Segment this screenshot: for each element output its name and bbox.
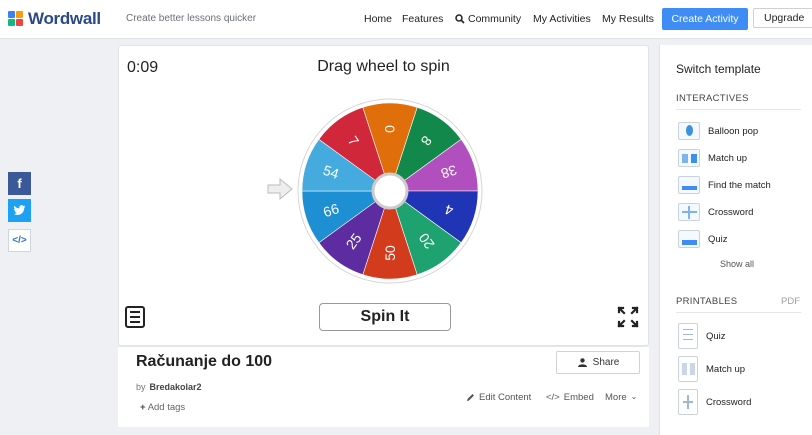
- wheel-segment-label: 0: [382, 125, 398, 133]
- search-icon: [455, 14, 465, 24]
- embed-share-button[interactable]: </>: [8, 229, 31, 252]
- spin-wheel[interactable]: 8384205025665470: [290, 91, 490, 291]
- nav-my-activities[interactable]: My Activities: [533, 13, 591, 25]
- spin-button[interactable]: Spin It: [319, 303, 451, 331]
- logo-text: Wordwall: [28, 9, 101, 28]
- edit-content-link[interactable]: Edit Content: [466, 392, 531, 403]
- nav-my-results[interactable]: My Results: [602, 13, 654, 25]
- quiz-icon: [678, 230, 700, 248]
- switch-template-heading: Switch template: [676, 62, 761, 76]
- balloon-icon: [678, 122, 700, 140]
- author-line: by Bredakolar2: [136, 382, 202, 392]
- printable-match-up-icon: [678, 356, 698, 382]
- crossword-icon: [678, 203, 700, 221]
- wheel-hub: [371, 172, 409, 210]
- nav-community[interactable]: Community: [455, 13, 521, 25]
- create-activity-button[interactable]: Create Activity: [662, 8, 748, 30]
- show-all-link[interactable]: Show all: [720, 259, 754, 269]
- template-quiz[interactable]: Quiz: [678, 230, 728, 248]
- upgrade-button[interactable]: Upgrade: [753, 8, 812, 28]
- twitter-icon: [13, 205, 26, 215]
- tagline: Create better lessons quicker: [126, 13, 257, 24]
- user-icon: [577, 358, 587, 367]
- template-label: Match up: [708, 152, 748, 164]
- template-label: Balloon pop: [708, 125, 759, 137]
- embed-link[interactable]: </> Embed: [546, 392, 594, 403]
- printable-crossword[interactable]: Crossword: [678, 389, 751, 415]
- nav-home[interactable]: Home: [364, 13, 392, 25]
- wheel-segment-label: 50: [382, 245, 398, 261]
- fullscreen-icon[interactable]: [617, 306, 639, 328]
- facebook-icon: f: [17, 176, 22, 191]
- template-sidebar: Switch template INTERACTIVES Balloon pop…: [659, 45, 812, 435]
- game-panel: 0:09 Drag wheel to spin 8 38 4 20 50 25 66 54 7 0…: [118, 45, 649, 346]
- template-label: Crossword: [708, 206, 754, 218]
- printable-match-up[interactable]: Match up: [678, 356, 745, 382]
- top-nav: Wordwall Create better lessons quicker H…: [0, 0, 812, 39]
- printable-quiz[interactable]: Quiz: [678, 323, 726, 349]
- by-label: by: [136, 382, 146, 392]
- menu-button[interactable]: [125, 306, 145, 328]
- facebook-share-button[interactable]: f: [8, 172, 31, 195]
- menu-icon: [130, 311, 140, 313]
- template-label: Quiz: [708, 233, 728, 245]
- printables-heading: PRINTABLES: [676, 296, 738, 307]
- activity-info: Računanje do 100 by Bredakolar2 + Add tag…: [118, 346, 649, 427]
- pointer-arrow-icon: [267, 178, 293, 200]
- match-up-icon: [678, 149, 700, 167]
- author-link[interactable]: Bredakolar2: [150, 382, 202, 392]
- printable-quiz-icon: [678, 323, 698, 349]
- printable-label: Crossword: [706, 396, 752, 408]
- share-label: Share: [592, 357, 620, 368]
- printable-label: Match up: [706, 363, 746, 375]
- template-match-up[interactable]: Match up: [678, 149, 747, 167]
- template-label: Find the match: [708, 179, 771, 191]
- pencil-icon: [467, 394, 474, 401]
- find-match-icon: [678, 176, 700, 194]
- pdf-label: PDF: [781, 296, 800, 307]
- template-balloon-pop[interactable]: Balloon pop: [678, 122, 758, 140]
- twitter-share-button[interactable]: [8, 199, 31, 222]
- plus-icon: +: [140, 402, 146, 413]
- nav-features[interactable]: Features: [402, 13, 443, 25]
- embed-label: Embed: [563, 392, 594, 403]
- printable-label: Quiz: [706, 330, 726, 342]
- more-label: More: [605, 392, 627, 403]
- add-tags-label: Add tags: [147, 402, 186, 413]
- nav-community-label: Community: [468, 13, 522, 25]
- logo-icon: [8, 11, 24, 27]
- share-button[interactable]: Share: [556, 351, 640, 374]
- code-icon: </>: [546, 392, 560, 403]
- printable-crossword-icon: [678, 389, 698, 415]
- edit-content-label: Edit Content: [479, 392, 532, 403]
- interactives-heading: INTERACTIVES: [676, 93, 749, 104]
- add-tags-link[interactable]: + Add tags: [140, 402, 185, 413]
- more-menu[interactable]: More ⌄: [605, 392, 637, 403]
- wordwall-logo[interactable]: Wordwall: [8, 9, 101, 29]
- game-prompt: Drag wheel to spin: [317, 58, 450, 75]
- template-find-the-match[interactable]: Find the match: [678, 176, 771, 194]
- activity-title: Računanje do 100: [136, 353, 273, 370]
- template-crossword[interactable]: Crossword: [678, 203, 753, 221]
- chevron-down-icon: ⌄: [630, 392, 638, 401]
- code-icon: </>: [12, 235, 27, 246]
